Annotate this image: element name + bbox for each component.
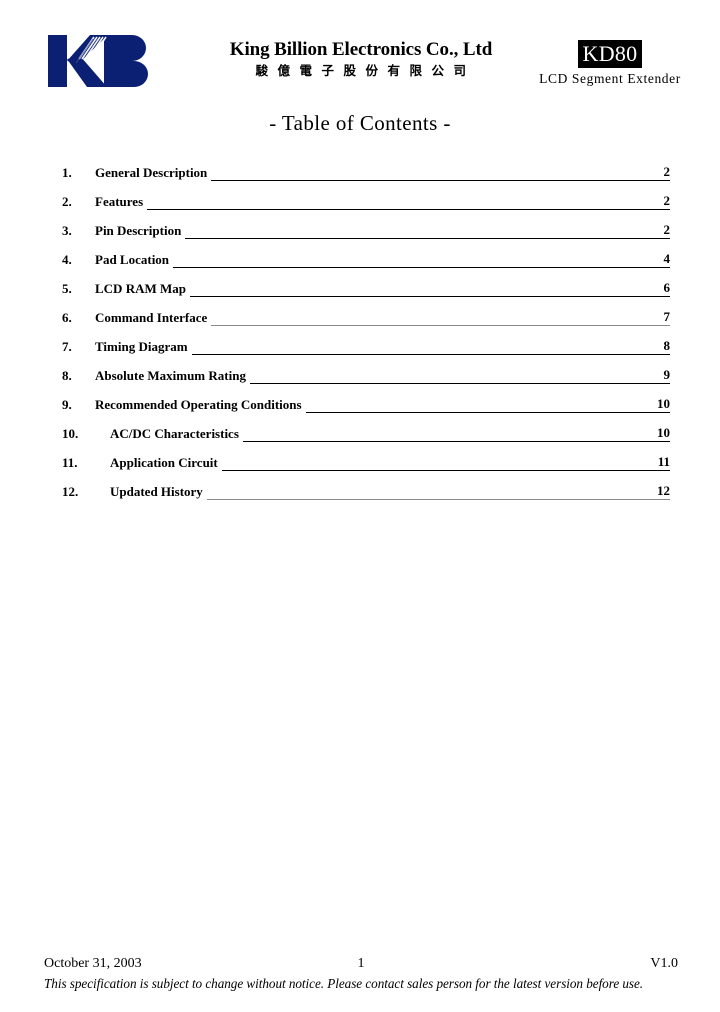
toc-entry-page-number: 9 bbox=[661, 367, 670, 384]
toc-leader-line bbox=[242, 428, 655, 442]
company-name-chinese: 駿億電子股份有限公司 bbox=[255, 63, 476, 78]
toc-entry-number: 2. bbox=[62, 194, 72, 209]
toc-entry[interactable]: 5. LCD RAM Map 6 bbox=[62, 268, 670, 297]
page-footer: October 31, 2003 1 V1.0 This specificati… bbox=[44, 955, 678, 992]
part-number-badge: KD80 bbox=[577, 40, 643, 68]
toc-entry-page-number: 10 bbox=[655, 396, 670, 413]
toc-entry-number: 5. bbox=[62, 281, 72, 296]
toc-entry[interactable]: 4. Pad Location 4 bbox=[62, 239, 670, 268]
toc-entry-label[interactable]: Absolute Maximum Rating bbox=[95, 368, 250, 384]
toc-entry-number: 10. bbox=[62, 426, 79, 441]
toc-entry-page-number: 11 bbox=[655, 454, 670, 471]
toc-entry[interactable]: 12. Updated History 12 bbox=[62, 471, 670, 500]
toc-entry-number: 12. bbox=[62, 484, 79, 499]
toc-leader-line bbox=[249, 370, 662, 384]
toc-entry-page-number: 6 bbox=[661, 280, 670, 297]
toc-entry[interactable]: 1. General Description 2 bbox=[62, 152, 670, 181]
toc-entry-page-number: 8 bbox=[661, 338, 670, 355]
toc-entry-number: 1. bbox=[62, 165, 72, 180]
toc-entry-label[interactable]: Features bbox=[95, 194, 147, 210]
toc-entry-number: 4. bbox=[62, 252, 72, 267]
king-billion-kb-logo bbox=[46, 33, 154, 89]
toc-entry-label[interactable]: LCD RAM Map bbox=[95, 281, 190, 297]
toc-entry-label[interactable]: Recommended Operating Conditions bbox=[95, 397, 306, 413]
toc-entry-page-number: 12 bbox=[655, 483, 670, 500]
toc-leader-line bbox=[147, 196, 662, 210]
page-header: King Billion Electronics Co., Ltd 駿億電子股份… bbox=[0, 0, 720, 100]
toc-entry[interactable]: 9. Recommended Operating Conditions 10 bbox=[62, 384, 670, 413]
toc-entry-label[interactable]: AC/DC Characteristics bbox=[110, 426, 243, 442]
toc-entry-label[interactable]: Updated History bbox=[110, 484, 207, 500]
toc-entry[interactable]: 10. AC/DC Characteristics 10 bbox=[62, 413, 670, 442]
table-of-contents: 1. General Description 2 2. Features 2 3. Pin D… bbox=[62, 152, 670, 500]
toc-entry[interactable]: 6. Command Interface 7 bbox=[62, 297, 670, 326]
toc-entry-page-number: 10 bbox=[655, 425, 670, 442]
toc-entry-number: 7. bbox=[62, 339, 72, 354]
part-number-block: KD80 LCD Segment Extender bbox=[528, 40, 692, 87]
toc-entry-page-number: 7 bbox=[661, 309, 670, 326]
footer-page-number: 1 bbox=[357, 956, 365, 971]
toc-entry-label[interactable]: Pad Location bbox=[95, 252, 173, 268]
toc-entry-label[interactable]: Timing Diagram bbox=[95, 339, 192, 355]
toc-leader-line bbox=[191, 341, 662, 355]
toc-entry-number: 6. bbox=[62, 310, 72, 325]
footer-disclaimer: This specification is subject to change … bbox=[44, 976, 644, 991]
toc-entry-number: 8. bbox=[62, 368, 72, 383]
footer-version: V1.0 bbox=[650, 956, 678, 971]
toc-leader-line bbox=[185, 225, 662, 239]
toc-entry[interactable]: 2. Features 2 bbox=[62, 181, 670, 210]
toc-leader-line bbox=[305, 399, 655, 413]
toc-entry-label[interactable]: Command Interface bbox=[95, 310, 211, 326]
toc-entry-page-number: 2 bbox=[661, 193, 670, 210]
toc-entry-label[interactable]: General Description bbox=[95, 165, 211, 181]
toc-entry[interactable]: 7. Timing Diagram 8 bbox=[62, 326, 670, 355]
toc-entry-number: 11. bbox=[62, 455, 78, 470]
toc-entry-label[interactable]: Pin Description bbox=[95, 223, 185, 239]
company-name-block: King Billion Electronics Co., Ltd 駿億電子股份… bbox=[196, 38, 526, 81]
toc-entry-page-number: 2 bbox=[661, 164, 670, 181]
toc-entry-page-number: 2 bbox=[661, 222, 670, 239]
toc-entry[interactable]: 8. Absolute Maximum Rating 9 bbox=[62, 355, 670, 384]
page-title: - Table of Contents - bbox=[269, 111, 451, 135]
toc-entry-number: 3. bbox=[62, 223, 72, 238]
toc-leader-line bbox=[190, 283, 662, 297]
toc-leader-line bbox=[211, 312, 662, 326]
toc-leader-line bbox=[211, 167, 662, 181]
toc-entry-number: 9. bbox=[62, 397, 72, 412]
toc-leader-line bbox=[206, 486, 655, 500]
part-description: LCD Segment Extender bbox=[539, 71, 681, 86]
toc-entry-label[interactable]: Application Circuit bbox=[110, 455, 222, 471]
footer-primary-line: October 31, 2003 1 V1.0 bbox=[44, 955, 678, 975]
toc-leader-line bbox=[221, 457, 656, 471]
datasheet-page: King Billion Electronics Co., Ltd 駿億電子股份… bbox=[0, 0, 720, 1012]
toc-entry[interactable]: 11. Application Circuit 11 bbox=[62, 442, 670, 471]
toc-leader-line bbox=[173, 254, 662, 268]
company-name-english: King Billion Electronics Co., Ltd bbox=[229, 39, 493, 60]
toc-entry-page-number: 4 bbox=[661, 251, 670, 268]
toc-entry[interactable]: 3. Pin Description 2 bbox=[62, 210, 670, 239]
